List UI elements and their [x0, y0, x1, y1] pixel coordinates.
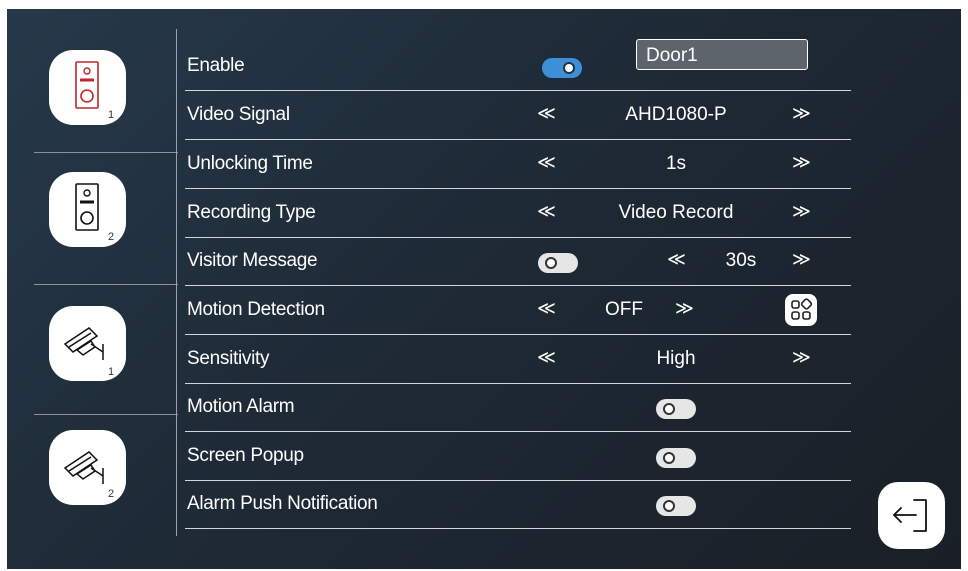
sidebar-item-number: 1	[108, 109, 115, 121]
row-value: Video Record	[618, 202, 734, 223]
alarm-push-toggle[interactable]	[656, 496, 696, 516]
prev-arrow-icon[interactable]: ≪	[537, 201, 556, 223]
sidebar-divider	[34, 414, 178, 415]
row-sensitivity: Sensitivity ≪ High ≫	[185, 335, 851, 384]
cctv-camera-icon	[63, 451, 104, 484]
next-arrow-icon[interactable]: ≫	[792, 347, 811, 369]
cctv-camera-icon	[63, 327, 104, 360]
row-label: Enable	[187, 55, 245, 76]
visitor-message-toggle[interactable]	[538, 253, 578, 273]
sidebar-item-camera-2[interactable]: 2	[49, 430, 126, 505]
exit-icon	[893, 499, 927, 532]
row-label: Recording Type	[187, 202, 316, 223]
row-recording-type: Recording Type ≪ Video Record ≫	[185, 189, 851, 238]
sidebar-item-number: 1	[108, 366, 115, 378]
next-arrow-icon[interactable]: ≫	[792, 201, 811, 223]
row-screen-popup: Screen Popup	[185, 432, 851, 481]
row-label: Motion Detection	[187, 299, 325, 320]
enable-toggle[interactable]	[542, 58, 582, 78]
sidebar-item-number: 2	[108, 488, 115, 500]
row-label: Video Signal	[187, 104, 290, 125]
row-value: High	[656, 348, 696, 369]
row-motion-detection: Motion Detection ≪ OFF ≫	[185, 286, 851, 335]
row-label: Unlocking Time	[187, 153, 313, 174]
sidebar-divider	[34, 284, 178, 285]
sidebar-item-number: 2	[108, 231, 115, 243]
row-value: 1s	[665, 153, 687, 174]
row-label: Motion Alarm	[187, 396, 295, 417]
doorbell-icon	[75, 61, 99, 109]
row-motion-alarm: Motion Alarm	[185, 383, 851, 432]
screen-popup-toggle[interactable]	[656, 448, 696, 468]
prev-arrow-icon[interactable]: ≪	[537, 152, 556, 174]
row-unlocking-time: Unlocking Time ≪ 1s ≫	[185, 140, 851, 189]
row-label: Sensitivity	[187, 348, 270, 369]
sidebar-item-camera-1[interactable]: 1	[49, 306, 126, 381]
sidebar-item-door-1[interactable]: 1	[49, 50, 126, 125]
next-arrow-icon[interactable]: ≫	[792, 249, 811, 271]
row-visitor-message: Visitor Message ≪ 30s ≫	[185, 237, 851, 286]
sidebar-item-door-2[interactable]: 2	[49, 172, 126, 247]
exit-button[interactable]	[878, 482, 945, 549]
next-arrow-icon[interactable]: ≫	[792, 103, 811, 125]
row-alarm-push: Alarm Push Notification	[185, 480, 851, 529]
motion-alarm-toggle[interactable]	[656, 399, 696, 419]
device-name-field[interactable]: Door1	[636, 39, 808, 70]
row-value: AHD1080-P	[625, 104, 727, 125]
row-label: Alarm Push Notification	[187, 493, 378, 514]
sidebar-divider	[34, 152, 178, 153]
row-label: Visitor Message	[187, 250, 318, 271]
prev-arrow-icon[interactable]: ≪	[537, 347, 556, 369]
doorbell-icon	[75, 183, 99, 231]
next-arrow-icon[interactable]: ≫	[792, 152, 811, 174]
prev-arrow-icon[interactable]: ≪	[537, 103, 556, 125]
next-arrow-icon[interactable]: ≫	[675, 298, 694, 320]
row-video-signal: Video Signal ≪ AHD1080-P ≫	[185, 91, 851, 140]
row-label: Screen Popup	[187, 445, 304, 466]
grid-settings-icon[interactable]	[785, 294, 817, 326]
sidebar-divider-vertical	[176, 29, 177, 536]
